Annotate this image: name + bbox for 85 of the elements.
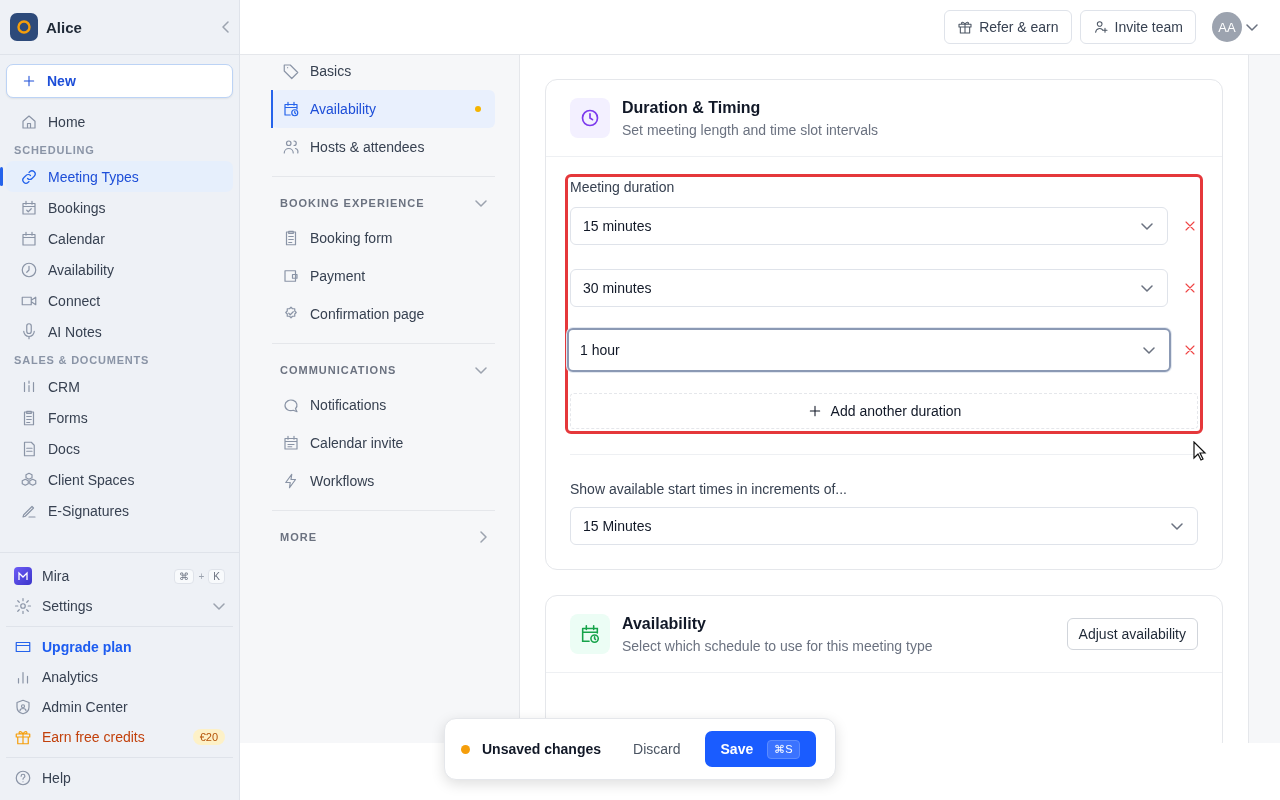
clock-icon	[570, 98, 610, 138]
group-heading[interactable]: COMMUNICATIONS	[280, 364, 475, 376]
sidebar-item[interactable]: Admin Center	[0, 692, 239, 722]
card-title: Duration & Timing	[622, 98, 762, 117]
sidebar-item[interactable]: Mira	[42, 568, 165, 584]
status-dot	[461, 744, 470, 754]
sidebar-item[interactable]: Home	[6, 106, 233, 137]
workspace-logo	[10, 13, 38, 41]
subnav-item[interactable]: Availability	[272, 90, 495, 128]
add-duration-button[interactable]: Add another duration	[570, 393, 1198, 429]
calendar-icon	[20, 229, 38, 248]
shield-user-icon	[14, 698, 32, 716]
chevron-down-icon	[1246, 23, 1258, 31]
sidebar-item[interactable]: Connect	[6, 285, 233, 316]
gift-icon	[957, 19, 974, 35]
sidebar-item[interactable]: Calendar	[6, 223, 233, 254]
chevron-down-icon	[1171, 522, 1183, 530]
subnav-item[interactable]: Workflows	[272, 462, 495, 500]
plus-sign: +	[198, 570, 205, 582]
sidebar-item[interactable]: Earn free credits	[42, 729, 183, 745]
duration-select[interactable]: 15 minutes	[570, 207, 1168, 245]
chevron-down-icon	[1141, 284, 1153, 292]
toast-message: Unsaved changes	[482, 741, 602, 757]
sidebar-item[interactable]: Help	[0, 763, 239, 793]
sidebar-item[interactable]: Settings	[42, 598, 203, 614]
credit-badge: €20	[192, 729, 225, 745]
section-heading: SALES & DOCUMENTS	[13, 353, 151, 368]
subnav-item[interactable]: Confirmation page	[272, 295, 495, 333]
calendar-check-icon	[20, 198, 38, 217]
subnav-item[interactable]: Payment	[272, 257, 495, 295]
card-subtitle: Set meeting length and time slot intervals	[622, 121, 880, 138]
subnav-item[interactable]: Booking form	[272, 219, 495, 257]
group-heading[interactable]: BOOKING EXPERIENCE	[280, 197, 475, 209]
user-plus-icon	[1092, 19, 1109, 35]
subnav-item[interactable]: Notifications	[272, 386, 495, 424]
duration-select[interactable]: 30 minutes	[570, 269, 1168, 307]
increment-select[interactable]: 15 Minutes	[570, 507, 1198, 545]
keyboard-key: ⌘	[174, 568, 195, 584]
clock-icon	[20, 260, 38, 279]
gift-icon	[14, 728, 32, 746]
sidebar-item[interactable]: Analytics	[0, 662, 239, 692]
link-icon	[20, 167, 38, 186]
tag-icon	[282, 62, 300, 80]
cursor-icon	[1193, 441, 1207, 461]
field-label: Show available start times in increments of...	[570, 481, 848, 497]
calendar-icon	[282, 434, 300, 452]
sidebar-item[interactable]: Upgrade plan	[0, 632, 239, 662]
sidebar-item[interactable]: AI Notes	[6, 316, 233, 347]
sidebar-item[interactable]: Availability	[6, 254, 233, 285]
plus-icon	[21, 73, 37, 89]
save-button[interactable]: Save ⌘S	[704, 731, 816, 767]
calendar-clock-icon	[282, 100, 300, 118]
sidebar-item[interactable]: CRM	[6, 371, 233, 402]
sidebar-item[interactable]: Bookings	[6, 192, 233, 223]
keyboard-key: K	[208, 568, 225, 584]
sidebar-item[interactable]: Client Spaces	[6, 464, 233, 495]
card-title: Availability	[622, 614, 707, 633]
field-label: Meeting duration	[570, 179, 676, 195]
new-button[interactable]: New	[6, 64, 233, 98]
calendar-clock-icon	[570, 614, 610, 654]
duration-select[interactable]: 1 hour	[567, 328, 1171, 372]
invite-button[interactable]: Invite team	[1079, 10, 1196, 44]
group-heading[interactable]: MORE	[280, 531, 480, 543]
chevron-down-icon	[1141, 222, 1153, 230]
assistant-logo	[14, 567, 32, 585]
adjust-availability-button[interactable]: Adjust availability	[1066, 618, 1198, 650]
card-subtitle: Select which schedule to use for this meeting type	[622, 637, 934, 654]
section-heading: SCHEDULING	[13, 143, 96, 158]
sidebar-item[interactable]: Docs	[6, 433, 233, 464]
subnav-item[interactable]: Basics	[272, 55, 495, 90]
cubes-icon	[20, 470, 38, 489]
workspace-name: Alice	[46, 18, 83, 36]
sidebar-item[interactable]: Forms	[6, 402, 233, 433]
sidebar-item[interactable]: E-Signatures	[6, 495, 233, 526]
subnav-item[interactable]: Hosts & attendees	[272, 128, 495, 166]
help-icon	[14, 769, 32, 787]
chevron-left-icon	[222, 21, 229, 33]
discard-button[interactable]: Discard	[633, 741, 681, 757]
microphone-icon	[20, 322, 38, 341]
chat-bubble-icon	[282, 396, 300, 414]
chevron-down-icon	[1143, 346, 1155, 354]
subnav-item[interactable]: Calendar invite	[272, 424, 495, 462]
users-icon	[282, 138, 300, 156]
refer-button[interactable]: Refer & earn	[944, 10, 1072, 44]
wallet-icon	[282, 267, 300, 285]
